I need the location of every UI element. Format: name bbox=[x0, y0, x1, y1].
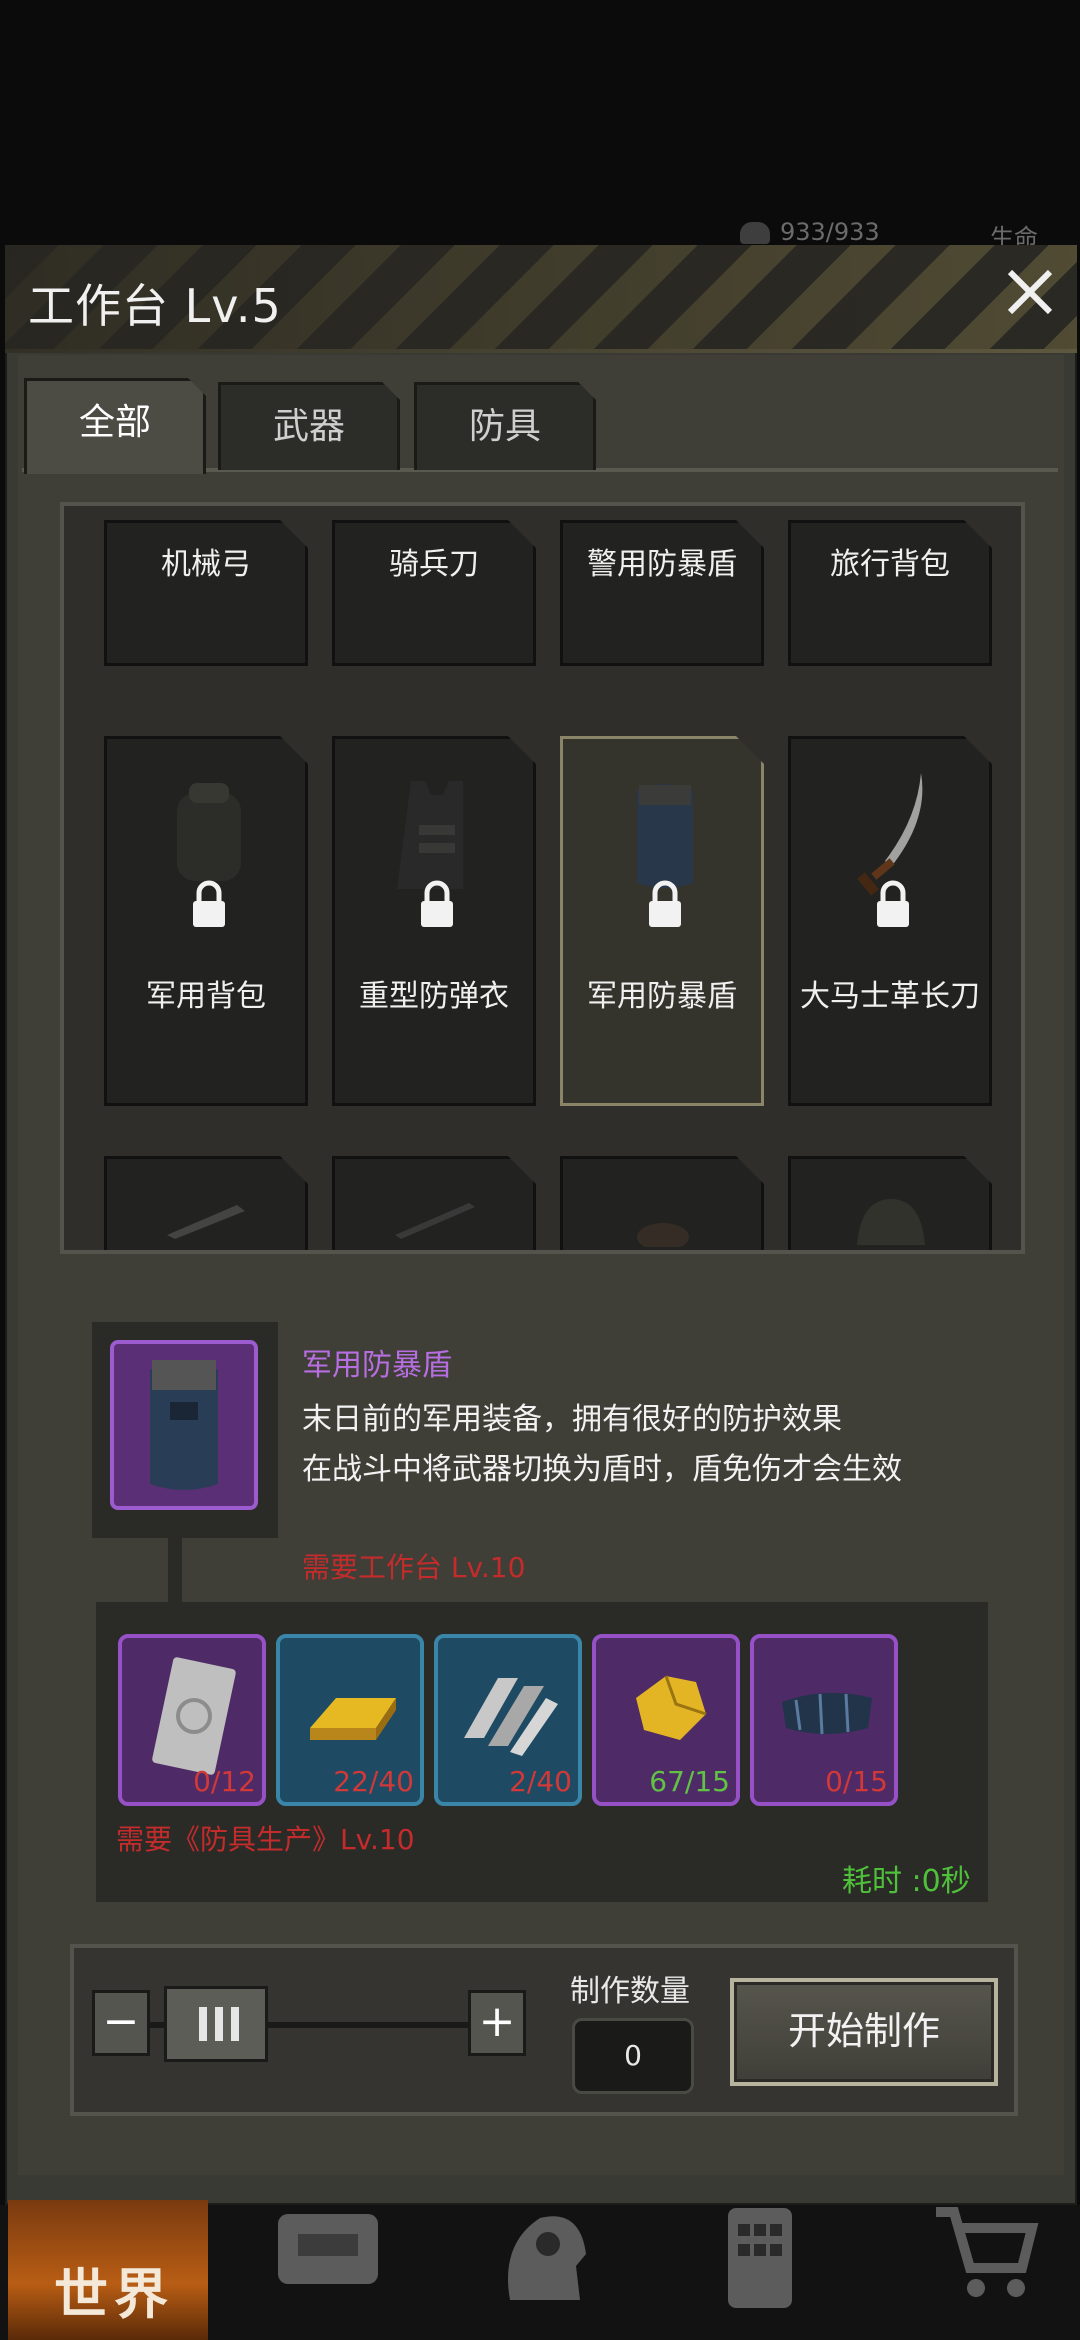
tab-weapons[interactable]: 武器 bbox=[218, 382, 400, 470]
recipe-card[interactable]: 警用防暴盾 bbox=[560, 520, 764, 666]
material-slot[interactable]: 0/12 bbox=[118, 1634, 266, 1806]
recipe-card[interactable]: 机械弓 bbox=[104, 520, 308, 666]
helmet-icon bbox=[851, 1195, 931, 1245]
recipe-label: 大马士革长刀 bbox=[800, 979, 980, 1014]
quantity-label: 制作数量 bbox=[570, 1974, 690, 2009]
backpack-nav-icon[interactable] bbox=[268, 2204, 388, 2294]
vest-icon bbox=[397, 775, 477, 895]
recipe-label: 重型防弹衣 bbox=[359, 979, 509, 1014]
rifle-icon bbox=[167, 1199, 247, 1239]
skill-requirement: 需要《防具生产》Lv.10 bbox=[116, 1823, 415, 1856]
decrease-button[interactable]: − bbox=[92, 1990, 150, 2056]
recipe-card-damascus-sword[interactable]: 大马士革长刀 bbox=[788, 736, 992, 1106]
recipe-card-riot-shield-selected[interactable]: 军用防暴盾 bbox=[560, 736, 764, 1106]
recipe-card[interactable] bbox=[560, 1156, 764, 1254]
close-button[interactable] bbox=[1000, 262, 1060, 322]
lock-icon bbox=[189, 879, 229, 929]
heart-icon bbox=[740, 222, 770, 244]
recipe-label: 警用防暴盾 bbox=[587, 547, 737, 582]
recipe-card-military-backpack[interactable]: 军用背包 bbox=[104, 736, 308, 1106]
fabric-icon bbox=[782, 1692, 872, 1735]
material-slot[interactable]: 2/40 bbox=[434, 1634, 582, 1806]
metal-plate-icon bbox=[152, 1657, 236, 1775]
increase-button[interactable]: + bbox=[468, 1990, 526, 2056]
hp-indicator: 933/933 bbox=[740, 218, 880, 246]
recipe-label: 骑兵刀 bbox=[389, 547, 479, 582]
recipe-label: 旅行背包 bbox=[830, 547, 950, 582]
shop-cart-icon[interactable] bbox=[930, 2204, 1040, 2304]
recipe-label: 机械弓 bbox=[161, 547, 251, 582]
shield-icon bbox=[629, 775, 701, 895]
recipe-card[interactable] bbox=[104, 1156, 308, 1254]
steel-plates-icon bbox=[464, 1678, 558, 1756]
recipe-card[interactable] bbox=[332, 1156, 536, 1254]
recipe-card[interactable]: 旅行背包 bbox=[788, 520, 992, 666]
connector-line bbox=[168, 1538, 182, 1608]
skills-nav-icon[interactable] bbox=[490, 2204, 600, 2304]
lock-icon bbox=[417, 879, 457, 929]
material-count: 0/15 bbox=[825, 1765, 888, 1798]
item-icon bbox=[623, 1207, 703, 1247]
phone-nav-icon[interactable] bbox=[720, 2204, 800, 2314]
recipe-grid: 机械弓 骑兵刀 警用防暴盾 旅行背包 军用背包 重型防弹衣 军用防暴盾 大马士革… bbox=[60, 502, 1025, 1254]
grip-icon bbox=[199, 2007, 239, 2041]
material-slot[interactable]: 22/40 bbox=[276, 1634, 424, 1806]
craft-time: 耗时 :0秒 bbox=[842, 1864, 971, 1899]
item-description-line1: 末日前的军用装备，拥有很好的防护效果 bbox=[302, 1402, 842, 1437]
nav-world-label: 世界 bbox=[54, 2263, 174, 2326]
panel-title: 工作台 Lv.5 bbox=[28, 279, 282, 333]
hp-value: 933/933 bbox=[780, 218, 880, 246]
material-slot[interactable]: 0/15 bbox=[750, 1634, 898, 1806]
start-crafting-button[interactable]: 开始制作 bbox=[730, 1978, 998, 2086]
tab-all[interactable]: 全部 bbox=[24, 378, 206, 474]
lock-icon bbox=[645, 879, 685, 929]
rifle-icon bbox=[395, 1199, 475, 1239]
backpack-icon bbox=[169, 779, 249, 889]
quantity-slider-handle[interactable] bbox=[164, 1986, 268, 2062]
gold-bar-icon bbox=[310, 1698, 396, 1740]
material-count: 22/40 bbox=[333, 1765, 414, 1798]
item-name: 军用防暴盾 bbox=[302, 1348, 452, 1383]
recipe-card[interactable]: 骑兵刀 bbox=[332, 520, 536, 666]
quantity-field[interactable]: 0 bbox=[572, 2018, 694, 2094]
recipe-card[interactable] bbox=[788, 1156, 992, 1254]
gold-ore-icon bbox=[636, 1675, 707, 1740]
close-icon bbox=[1007, 269, 1053, 315]
recipe-label: 军用背包 bbox=[146, 979, 266, 1014]
material-count: 2/40 bbox=[509, 1765, 572, 1798]
recipe-card-heavy-vest[interactable]: 重型防弹衣 bbox=[332, 736, 536, 1106]
lock-icon bbox=[873, 879, 913, 929]
recipe-label: 军用防暴盾 bbox=[587, 979, 737, 1014]
workbench-requirement: 需要工作台 Lv.10 bbox=[302, 1551, 526, 1584]
material-count: 0/12 bbox=[193, 1765, 256, 1798]
tab-armor[interactable]: 防具 bbox=[414, 382, 596, 470]
selected-item-icon bbox=[110, 1340, 258, 1510]
item-description-line2: 在战斗中将武器切换为盾时，盾免伤才会生效 bbox=[302, 1452, 902, 1487]
shield-icon bbox=[150, 1360, 218, 1490]
material-count: 67/15 bbox=[649, 1765, 730, 1798]
material-slot[interactable]: 67/15 bbox=[592, 1634, 740, 1806]
